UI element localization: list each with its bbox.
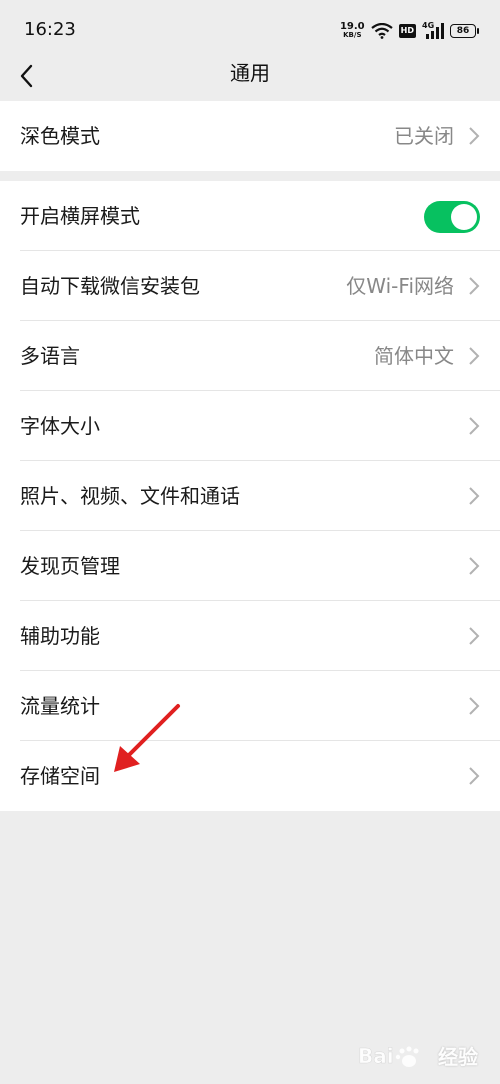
status-icons: 19.0 KB/S HD 4G 86 <box>340 20 479 42</box>
media-files-calls-row[interactable]: 照片、视频、文件和通话 <box>0 461 500 531</box>
landscape-mode-row: 开启横屏模式 <box>0 181 500 251</box>
row-label: 照片、视频、文件和通话 <box>20 484 240 508</box>
row-label: 流量统计 <box>20 694 100 718</box>
row-label: 存储空间 <box>20 764 100 788</box>
baidu-logo-icon: Bai <box>358 1043 419 1068</box>
row-label: 开启横屏模式 <box>20 204 140 228</box>
row-label: 发现页管理 <box>20 554 120 578</box>
row-value: 简体中文 <box>374 344 454 368</box>
battery-level: 86 <box>456 26 470 36</box>
annotation-arrow-icon <box>114 704 180 772</box>
chevron-right-icon <box>469 627 480 645</box>
network-speed: 19.0 KB/S <box>340 22 365 40</box>
data-usage-row[interactable]: 流量统计 <box>0 671 500 741</box>
chevron-right-icon <box>469 487 480 505</box>
chevron-right-icon <box>469 347 480 365</box>
dark-mode-row[interactable]: 深色模式 已关闭 <box>0 101 500 171</box>
row-label: 辅助功能 <box>20 624 100 648</box>
storage-row[interactable]: 存储空间 <box>0 741 500 811</box>
accessibility-row[interactable]: 辅助功能 <box>0 601 500 671</box>
row-label: 自动下载微信安装包 <box>20 274 200 298</box>
page-title: 通用 <box>230 61 270 85</box>
status-time: 16:23 <box>24 19 76 40</box>
row-label: 多语言 <box>20 344 80 368</box>
settings-group-display: 深色模式 已关闭 <box>0 101 500 171</box>
auto-download-row[interactable]: 自动下载微信安装包 仅Wi-Fi网络 <box>0 251 500 321</box>
watermark-text: 经验 <box>438 1045 478 1069</box>
battery-icon: 86 <box>450 24 479 38</box>
settings-group-general: 开启横屏模式 自动下载微信安装包 仅Wi-Fi网络 多语言 简体中文 字体大小 … <box>0 181 500 811</box>
toggle-knob <box>451 204 477 230</box>
row-label: 字体大小 <box>20 414 100 438</box>
network-speed-value: 19.0 <box>339 21 365 32</box>
row-label: 深色模式 <box>20 124 100 148</box>
chevron-right-icon <box>469 127 480 145</box>
row-value: 仅Wi-Fi网络 <box>346 274 454 298</box>
network-speed-unit: KB/S <box>343 31 362 39</box>
nav-bar: 通用 <box>0 56 500 100</box>
row-value: 已关闭 <box>394 124 454 148</box>
chevron-right-icon <box>469 767 480 785</box>
status-bar: 16:23 19.0 KB/S HD 4G 86 <box>0 0 500 56</box>
chevron-right-icon <box>469 277 480 295</box>
font-size-row[interactable]: 字体大小 <box>0 391 500 461</box>
wifi-icon <box>370 23 393 39</box>
language-row[interactable]: 多语言 简体中文 <box>0 321 500 391</box>
svg-text:Bai: Bai <box>358 1044 394 1068</box>
chevron-right-icon <box>469 697 480 715</box>
landscape-mode-toggle[interactable] <box>424 201 480 233</box>
chevron-right-icon <box>469 417 480 435</box>
chevron-right-icon <box>469 557 480 575</box>
cellular-signal-icon: 4G <box>422 21 444 39</box>
watermark: Bai 经验 <box>358 1041 478 1070</box>
discover-management-row[interactable]: 发现页管理 <box>0 531 500 601</box>
hd-badge: HD <box>398 24 416 38</box>
